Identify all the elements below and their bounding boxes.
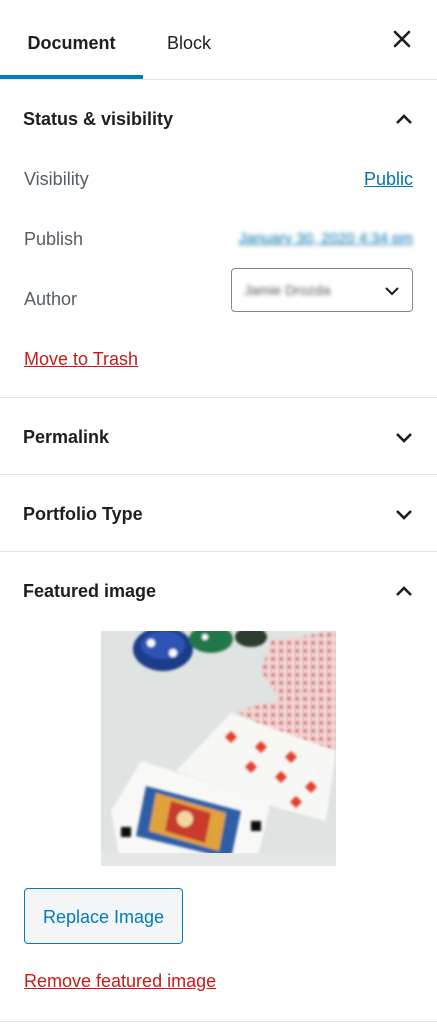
visibility-link[interactable]: Public bbox=[364, 164, 413, 194]
visibility-label: Visibility bbox=[24, 169, 89, 189]
permalink-panel: Permalink bbox=[0, 398, 437, 475]
remove-featured-image-link[interactable]: Remove featured image bbox=[24, 966, 216, 996]
move-to-trash-link[interactable]: Move to Trash bbox=[24, 349, 138, 369]
author-select[interactable]: Jamie Drozda bbox=[231, 268, 413, 312]
sidebar-tabs: Document Block bbox=[0, 0, 437, 80]
replace-image-button[interactable]: Replace Image bbox=[24, 888, 183, 944]
portfolio-type-header[interactable]: Portfolio Type bbox=[0, 475, 437, 551]
tab-document[interactable]: Document bbox=[0, 0, 143, 79]
trash-row: Move to Trash bbox=[24, 344, 413, 374]
publish-date-link[interactable]: January 30, 2020 4:34 pm bbox=[239, 224, 413, 254]
author-value: Jamie Drozda bbox=[244, 282, 331, 298]
portfolio-type-panel: Portfolio Type bbox=[0, 475, 437, 552]
panel-title: Permalink bbox=[23, 427, 110, 447]
status-visibility-header[interactable]: Status & visibility bbox=[0, 80, 437, 156]
publish-row: Publish January 30, 2020 4:34 pm bbox=[24, 224, 413, 254]
featured-image[interactable] bbox=[101, 631, 336, 866]
panel-title: Portfolio Type bbox=[23, 504, 143, 524]
chevron-up-icon bbox=[396, 114, 412, 124]
tab-block[interactable]: Block bbox=[167, 0, 211, 79]
panel-title: Status & visibility bbox=[23, 109, 174, 129]
chevron-down-icon bbox=[396, 510, 412, 520]
chevron-down-icon bbox=[385, 287, 399, 296]
status-visibility-panel: Status & visibility Visibility Public Pu… bbox=[0, 80, 437, 398]
chevron-up-icon bbox=[396, 586, 412, 596]
publish-label: Publish bbox=[24, 229, 84, 249]
chevron-down-icon bbox=[396, 433, 412, 443]
close-icon[interactable] bbox=[391, 28, 413, 50]
playing-cards-image bbox=[101, 631, 336, 866]
permalink-header[interactable]: Permalink bbox=[0, 398, 437, 474]
featured-image-header[interactable]: Featured image bbox=[0, 552, 437, 628]
author-label: Author bbox=[24, 289, 78, 309]
author-row: Author Jamie Drozda bbox=[24, 268, 413, 314]
panel-title: Featured image bbox=[23, 581, 157, 601]
visibility-row: Visibility Public bbox=[24, 164, 413, 194]
